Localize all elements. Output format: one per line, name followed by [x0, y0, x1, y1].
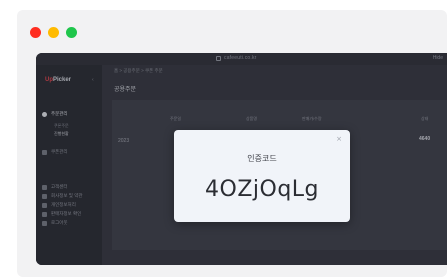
close-icon[interactable]: ×	[336, 136, 342, 143]
close-window-dot[interactable]	[30, 27, 41, 38]
auth-code: 4OZjOqLg	[205, 177, 319, 202]
auth-code-modal: × 인증코드 4OZjOqLg	[174, 130, 350, 222]
maximize-window-dot[interactable]	[66, 27, 77, 38]
window-frame: cafeeuti.co.kr Hide UpPicker ‹ 주문관리 쿠폰주문…	[17, 10, 447, 277]
window-controls	[30, 27, 77, 38]
modal-label: 인증코드	[247, 154, 277, 163]
minimize-window-dot[interactable]	[48, 27, 59, 38]
